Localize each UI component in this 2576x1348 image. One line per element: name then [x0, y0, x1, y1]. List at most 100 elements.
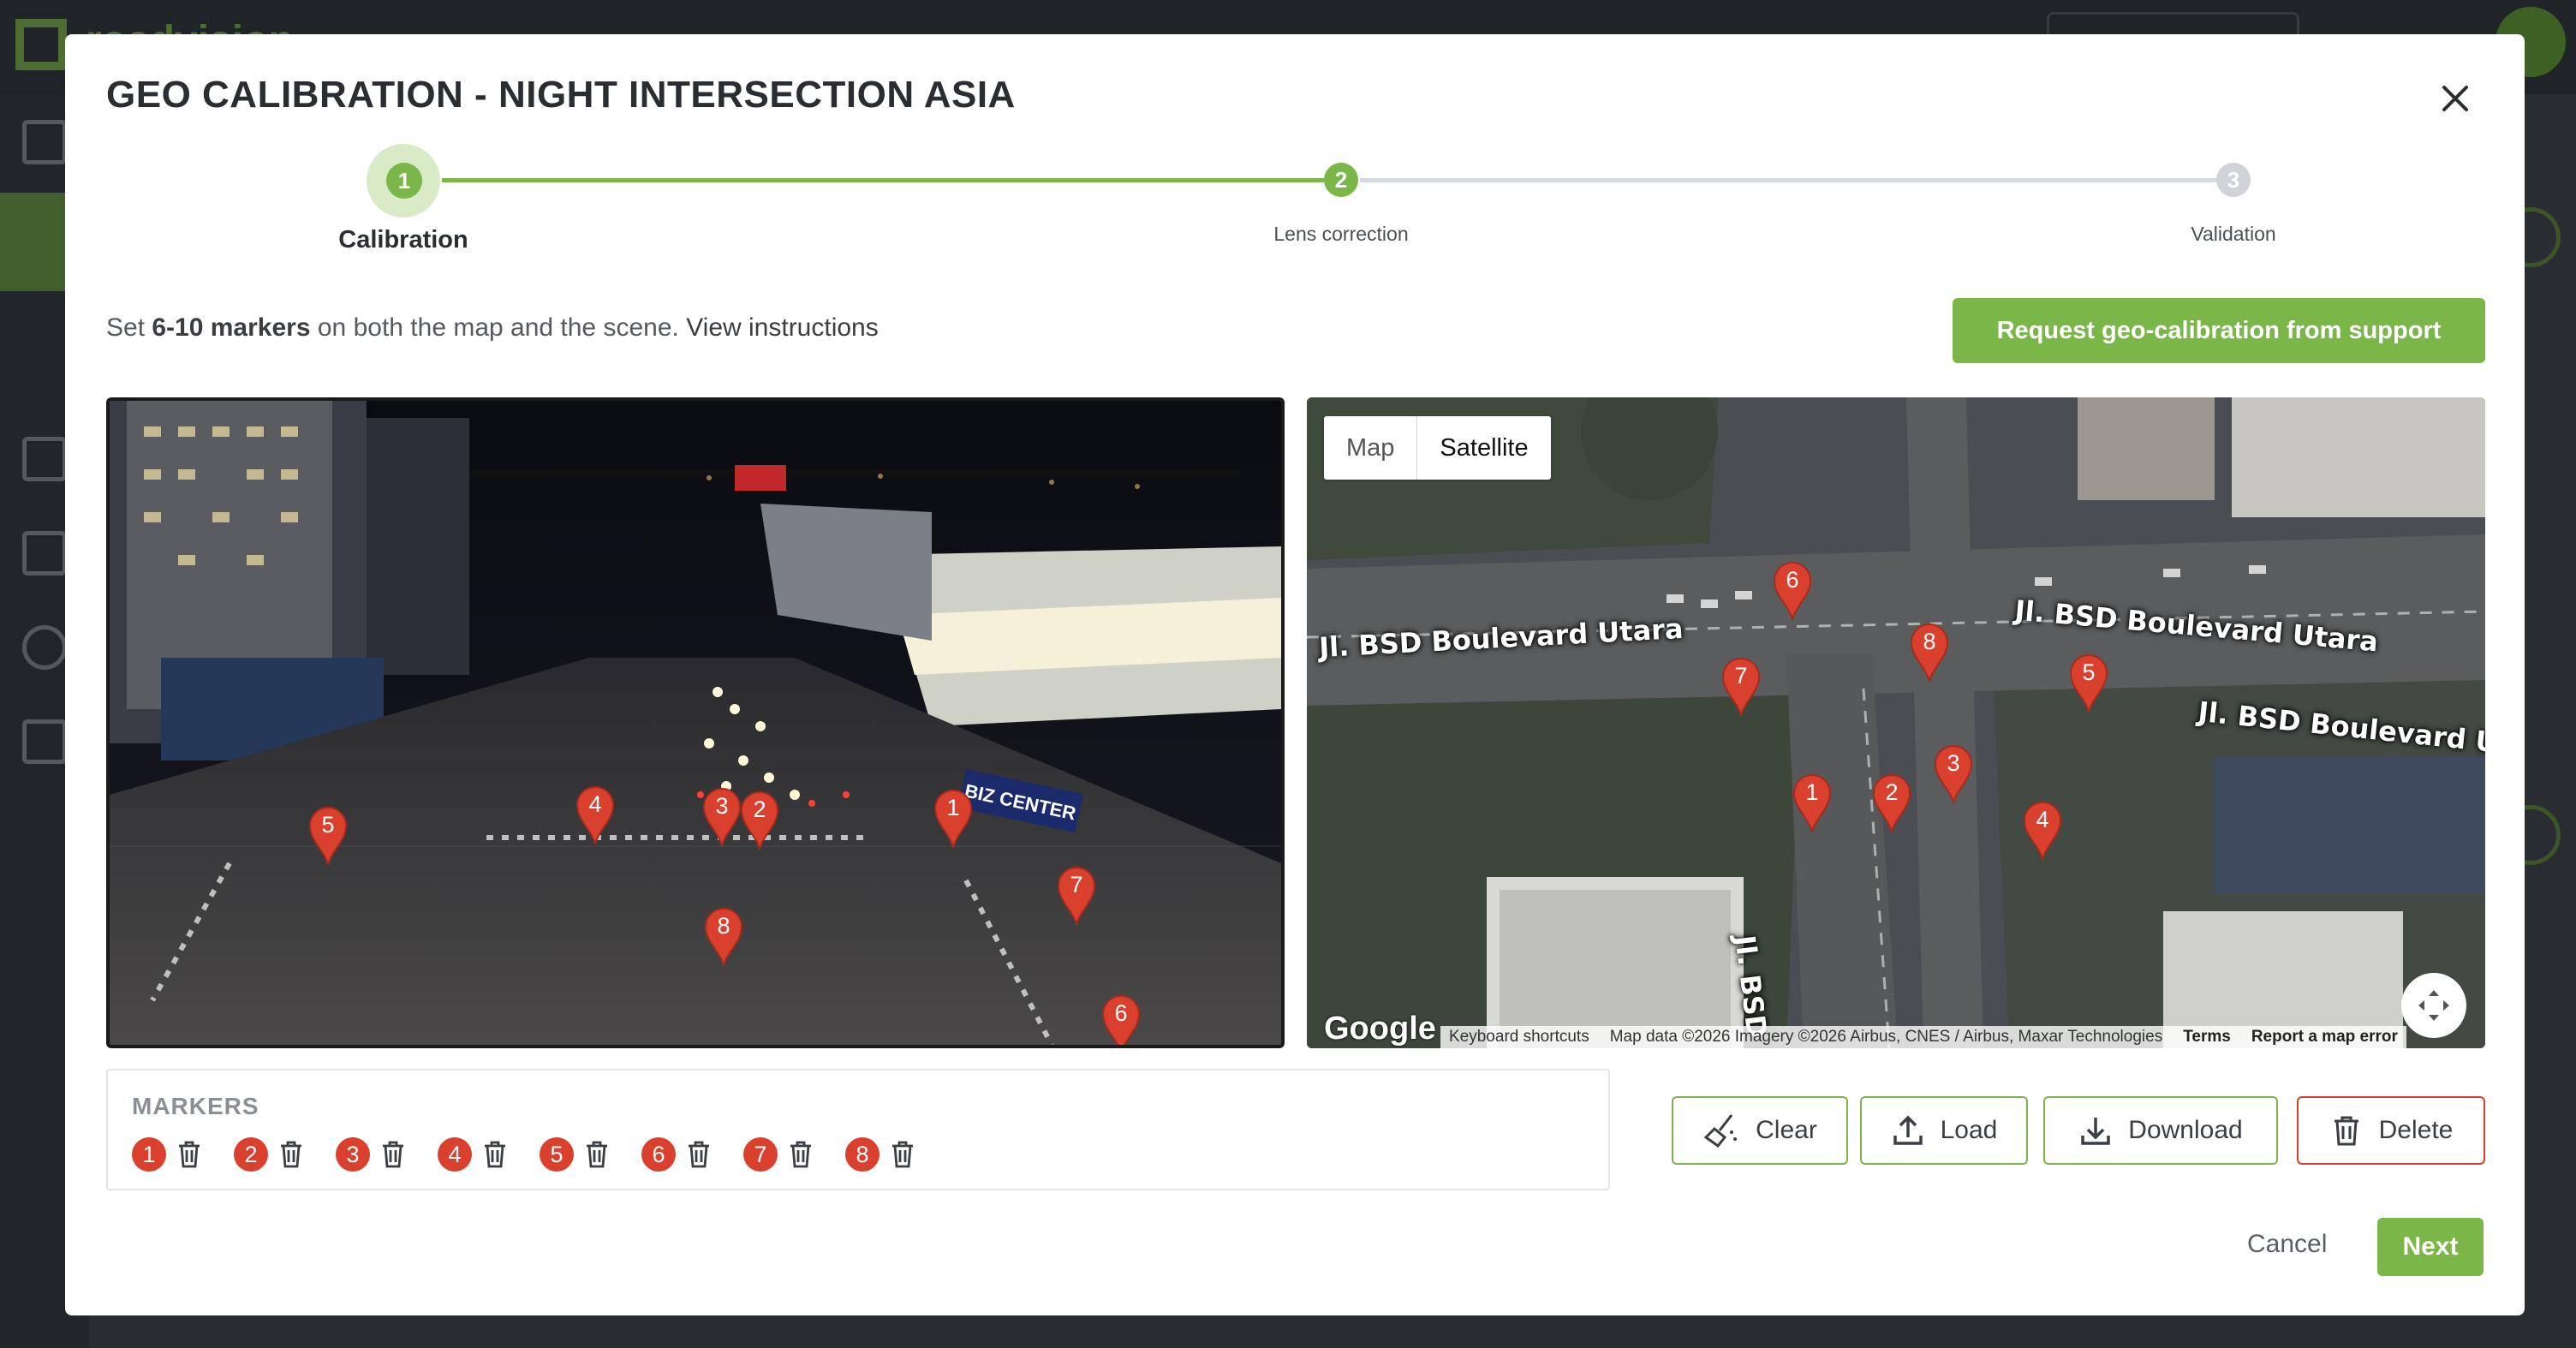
- map-marker-3[interactable]: 3: [1932, 742, 1975, 809]
- step-1-label: Calibration: [338, 226, 468, 253]
- marker-number: 5: [2082, 659, 2096, 685]
- fullscreen-button[interactable]: [2401, 973, 2466, 1038]
- step-2-label: Lens correction: [1273, 223, 1409, 245]
- map-marker-4[interactable]: 4: [2021, 798, 2064, 866]
- instructions-text: Set 6-10 markers on both the map and the…: [106, 313, 879, 342]
- map-view[interactable]: Map Satellite Jl. BSD Boulevard Utara Jl…: [1307, 397, 2485, 1048]
- trash-icon[interactable]: [890, 1140, 915, 1169]
- marker-badge[interactable]: 2: [234, 1137, 268, 1172]
- scene-marker-2[interactable]: 2: [738, 788, 781, 856]
- marker-badge[interactable]: 5: [540, 1137, 574, 1172]
- load-button[interactable]: Load: [1860, 1096, 2028, 1165]
- scene-marker-3[interactable]: 3: [701, 784, 743, 852]
- delete-button[interactable]: Delete: [2297, 1096, 2485, 1165]
- map-data-text: Map data ©2026 Imagery ©2026 Airbus, CNE…: [1609, 1028, 2163, 1046]
- map-type-map[interactable]: Map: [1324, 416, 1416, 480]
- marker-badge[interactable]: 1: [132, 1137, 166, 1172]
- scene-marker-6[interactable]: 6: [1100, 992, 1142, 1045]
- marker-list-item: 4: [438, 1137, 508, 1172]
- trash-icon[interactable]: [686, 1140, 712, 1169]
- step-1-circle[interactable]: 1: [386, 163, 422, 199]
- marker-number: 1: [1805, 779, 1819, 805]
- scene-marker-5[interactable]: 5: [307, 803, 349, 871]
- instructions-bold: 6-10 markers: [152, 313, 311, 342]
- fullscreen-icon: [2418, 990, 2449, 1021]
- marker-badge[interactable]: 3: [336, 1137, 370, 1172]
- trash-icon: [2334, 1116, 2358, 1146]
- marker-number: 4: [588, 791, 602, 817]
- trash-icon[interactable]: [482, 1140, 508, 1169]
- cancel-button[interactable]: Cancel: [2247, 1230, 2327, 1259]
- view-instructions-link[interactable]: View instructions: [686, 313, 879, 342]
- marker-number: 3: [715, 793, 729, 819]
- map-attribution: Keyboard shortcuts Map data ©2026 Imager…: [1440, 1026, 2406, 1048]
- marker-badge[interactable]: 8: [845, 1137, 880, 1172]
- download-button[interactable]: Download: [2043, 1096, 2278, 1165]
- request-support-button[interactable]: Request geo-calibration from support: [1953, 298, 2485, 363]
- marker-number: 2: [753, 796, 766, 822]
- keyboard-shortcuts-link[interactable]: Keyboard shortcuts: [1449, 1028, 1589, 1047]
- marker-list-item: 6: [641, 1137, 712, 1172]
- scene-marker-1[interactable]: 1: [932, 786, 975, 854]
- stepper-line-complete: [442, 178, 1324, 182]
- marker-number: 8: [717, 913, 730, 939]
- marker-list-item: 8: [845, 1137, 915, 1172]
- marker-number: 8: [1923, 629, 1936, 654]
- upload-icon: [1893, 1115, 1923, 1145]
- scene-image: BIZ CENTER: [110, 401, 1281, 1045]
- trash-icon[interactable]: [278, 1140, 304, 1169]
- scene-view[interactable]: BIZ CENTER 12345678: [106, 397, 1285, 1048]
- marker-number: 2: [1885, 779, 1899, 805]
- step-3-circle[interactable]: 3: [2216, 163, 2251, 197]
- map-marker-6[interactable]: 6: [1771, 558, 1814, 626]
- markers-title: MARKERS: [132, 1093, 259, 1119]
- step-2-circle[interactable]: 2: [1324, 163, 1358, 197]
- clear-label: Clear: [1756, 1116, 1817, 1144]
- marker-number: 6: [1114, 1000, 1128, 1026]
- map-type-satellite[interactable]: Satellite: [1416, 416, 1550, 480]
- marker-list-item: 1: [132, 1137, 202, 1172]
- broom-icon: [1703, 1114, 1738, 1148]
- load-label: Load: [1940, 1116, 1998, 1144]
- google-logo: Google: [1324, 1011, 1436, 1047]
- map-marker-1[interactable]: 1: [1791, 771, 1834, 838]
- terms-link[interactable]: Terms: [2183, 1028, 2231, 1047]
- map-marker-7[interactable]: 7: [1720, 654, 1762, 722]
- dialog-title: GEO CALIBRATION - NIGHT INTERSECTION ASI…: [106, 74, 1016, 116]
- report-map-error-link[interactable]: Report a map error: [2251, 1028, 2398, 1047]
- marker-list-item: 3: [336, 1137, 406, 1172]
- clear-button[interactable]: Clear: [1672, 1096, 1848, 1165]
- scene-marker-4[interactable]: 4: [574, 783, 617, 850]
- download-label: Download: [2128, 1116, 2243, 1144]
- marker-badge[interactable]: 7: [743, 1137, 778, 1172]
- close-icon[interactable]: [2434, 77, 2477, 120]
- marker-number: 5: [321, 812, 335, 838]
- marker-number: 3: [1947, 750, 1960, 776]
- map-marker-5[interactable]: 5: [2067, 651, 2110, 719]
- marker-list-item: 2: [234, 1137, 304, 1172]
- markers-panel: MARKERS 1 2 3 4 5 6 7 8: [106, 1069, 1610, 1190]
- marker-badge[interactable]: 4: [438, 1137, 472, 1172]
- marker-list-item: 5: [540, 1137, 610, 1172]
- geo-calibration-dialog: GEO CALIBRATION - NIGHT INTERSECTION ASI…: [65, 34, 2525, 1315]
- download-icon: [2081, 1118, 2111, 1145]
- marker-number: 1: [946, 795, 960, 820]
- marker-list-item: 7: [743, 1137, 814, 1172]
- trash-icon[interactable]: [380, 1140, 406, 1169]
- trash-icon[interactable]: [584, 1140, 610, 1169]
- trash-icon[interactable]: [788, 1140, 814, 1169]
- trash-icon[interactable]: [176, 1140, 202, 1169]
- marker-number: 7: [1734, 663, 1748, 689]
- step-3-label: Validation: [2191, 223, 2276, 245]
- map-marker-8[interactable]: 8: [1908, 620, 1951, 688]
- next-button[interactable]: Next: [2377, 1218, 2484, 1276]
- map-type-toggle[interactable]: Map Satellite: [1324, 416, 1551, 480]
- marker-number: 6: [1786, 567, 1799, 593]
- map-marker-2[interactable]: 2: [1870, 771, 1913, 838]
- marker-number: 4: [2036, 807, 2049, 832]
- scene-marker-7[interactable]: 7: [1055, 863, 1098, 931]
- marker-number: 7: [1070, 872, 1083, 898]
- scene-marker-8[interactable]: 8: [702, 904, 745, 972]
- delete-label: Delete: [2378, 1116, 2454, 1144]
- marker-badge[interactable]: 6: [641, 1137, 676, 1172]
